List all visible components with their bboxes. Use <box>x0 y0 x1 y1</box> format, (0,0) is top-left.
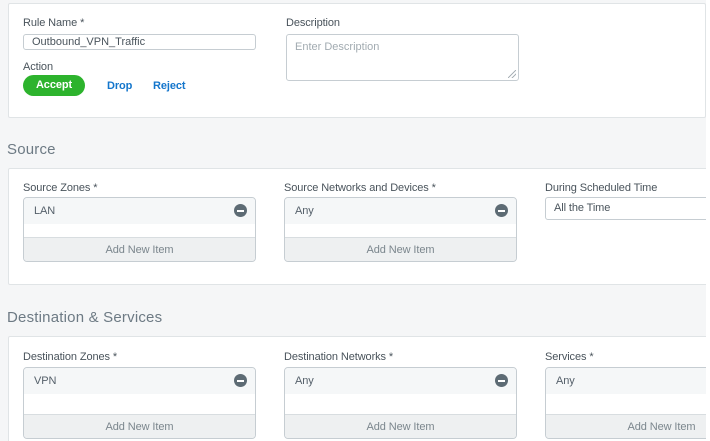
services-listbox: Any Add New Item <box>545 367 710 439</box>
listbox-empty-area <box>285 394 516 414</box>
destination-networks-add-new-item-button[interactable]: Add New Item <box>285 414 516 438</box>
destination-networks-label: Destination Networks * <box>284 351 393 363</box>
services-label: Services * <box>545 351 594 363</box>
list-item: Any <box>285 368 516 394</box>
destination-zones-add-new-item-button[interactable]: Add New Item <box>24 414 255 438</box>
during-scheduled-time-select[interactable]: All the Time <box>545 197 710 220</box>
scrollbar-gutter <box>706 0 710 441</box>
action-drop-button[interactable]: Drop <box>107 80 132 92</box>
remove-item-icon[interactable] <box>234 374 247 387</box>
source-zones-label: Source Zones * <box>23 182 97 194</box>
source-zones-listbox: LAN Add New Item <box>23 197 256 262</box>
service-item-label: Any <box>556 375 575 387</box>
listbox-empty-area <box>285 224 516 237</box>
rule-name-input[interactable] <box>23 34 256 50</box>
listbox-empty-area <box>546 394 710 414</box>
listbox-empty-area <box>24 224 255 237</box>
destination-zones-label: Destination Zones * <box>23 351 117 363</box>
destination-networks-listbox: Any Add New Item <box>284 367 517 439</box>
action-reject-button[interactable]: Reject <box>153 80 185 92</box>
source-networks-label: Source Networks and Devices * <box>284 182 436 194</box>
destination-zone-item-label: VPN <box>34 375 56 387</box>
destination-zones-listbox: VPN Add New Item <box>23 367 256 439</box>
action-accept-button[interactable]: Accept <box>23 75 85 96</box>
remove-item-icon[interactable] <box>495 374 508 387</box>
source-network-item-label: Any <box>295 205 314 217</box>
general-settings-card: Rule Name * Description Action Accept Dr… <box>8 3 706 118</box>
list-item: Any <box>285 198 516 224</box>
source-zone-item-label: LAN <box>34 205 55 217</box>
source-zones-add-new-item-button[interactable]: Add New Item <box>24 237 255 261</box>
destination-section-header: Destination & Services <box>7 309 162 326</box>
list-item: VPN <box>24 368 255 394</box>
services-add-new-item-button[interactable]: Add New Item <box>546 414 710 438</box>
list-item: LAN <box>24 198 255 224</box>
source-networks-add-new-item-button[interactable]: Add New Item <box>285 237 516 261</box>
source-card: Source Zones * LAN Add New Item Source N… <box>8 168 710 285</box>
textarea-resize-handle[interactable] <box>508 70 516 78</box>
list-item: Any <box>546 368 710 394</box>
source-networks-listbox: Any Add New Item <box>284 197 517 262</box>
description-label: Description <box>286 17 340 29</box>
listbox-empty-area <box>24 394 255 414</box>
rule-name-label: Rule Name * <box>23 17 84 29</box>
remove-item-icon[interactable] <box>234 204 247 217</box>
description-textarea[interactable] <box>286 34 519 81</box>
remove-item-icon[interactable] <box>495 204 508 217</box>
source-section-header: Source <box>7 141 56 158</box>
destination-network-item-label: Any <box>295 375 314 387</box>
action-label: Action <box>23 61 53 73</box>
destination-card: Destination Zones * VPN Add New Item Des… <box>8 336 710 441</box>
during-scheduled-time-label: During Scheduled Time <box>545 182 657 194</box>
